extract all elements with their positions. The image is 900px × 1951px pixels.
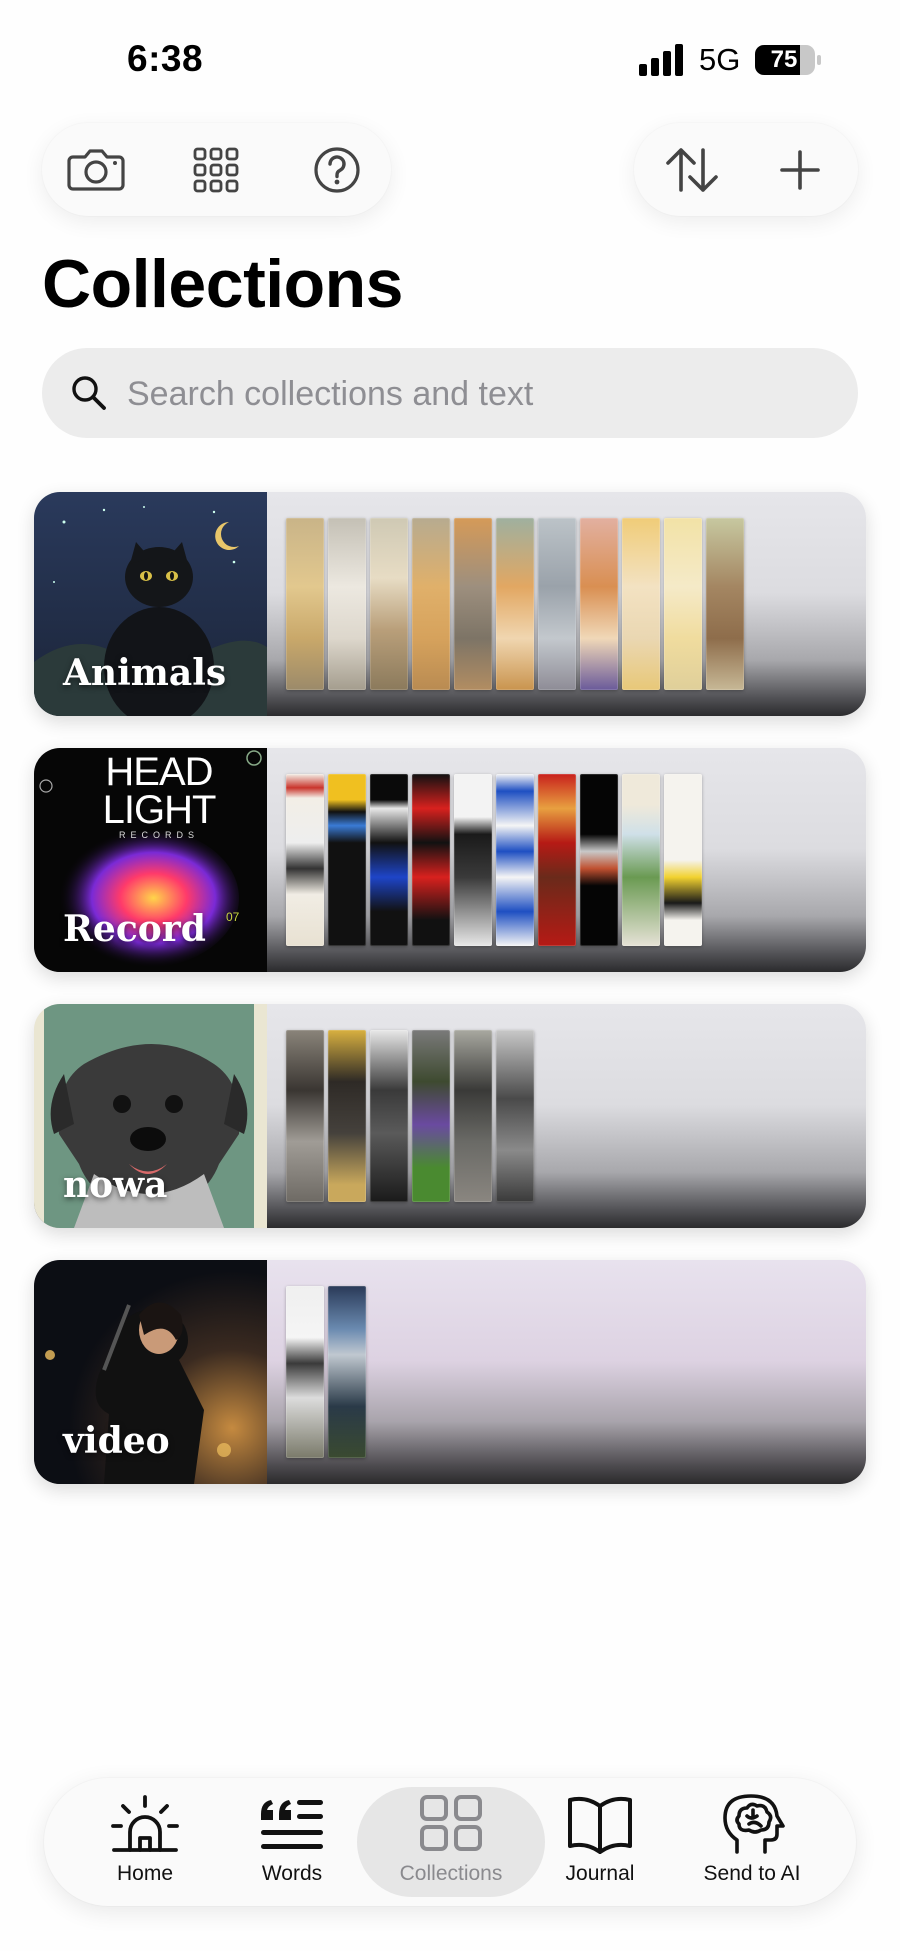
collection-label: video — [63, 1420, 170, 1462]
lighthouse-icon — [111, 1795, 179, 1852]
top-toolbar-left — [42, 123, 391, 216]
tab-home[interactable]: Home — [70, 1778, 220, 1906]
top-toolbar-right — [634, 123, 858, 216]
brain-head-icon — [723, 1794, 785, 1854]
network-label: 5G — [699, 42, 741, 77]
search-input[interactable] — [125, 348, 829, 440]
status-time: 6:38 — [127, 38, 204, 79]
collection-card-animals[interactable]: Animals — [34, 492, 866, 716]
thumbnail — [286, 518, 324, 690]
thumbnail — [286, 1030, 324, 1202]
collection-thumbnails — [286, 774, 706, 946]
cover-text-records: RECORDS — [118, 830, 199, 840]
thumbnail — [370, 774, 408, 946]
thumbnail — [412, 518, 450, 690]
help-button[interactable] — [292, 123, 382, 216]
collection-label: nowa — [63, 1164, 168, 1206]
signal-icon — [639, 44, 683, 76]
thumbnail — [706, 518, 744, 690]
thumbnail — [622, 774, 660, 946]
tab-label: Collections — [399, 1862, 503, 1885]
tab-label: Words — [261, 1862, 323, 1885]
thumbnail — [538, 774, 576, 946]
thumbnail — [328, 1286, 366, 1458]
collection-thumbnails — [286, 1286, 370, 1458]
grid-view-button[interactable] — [171, 123, 261, 216]
thumbnail — [454, 518, 492, 690]
search-icon — [72, 376, 106, 410]
tab-label: Send to AI — [703, 1862, 801, 1885]
grid-dots-icon — [193, 147, 239, 192]
thumbnail — [496, 1030, 534, 1202]
collection-thumbnails — [286, 1030, 538, 1202]
thumbnail — [328, 1030, 366, 1202]
collection-card-video[interactable]: video — [34, 1260, 866, 1484]
sort-arrows-icon — [666, 147, 718, 192]
thumbnail — [412, 1030, 450, 1202]
collection-cover-image: video — [34, 1260, 267, 1484]
thumbnail — [286, 774, 324, 946]
thumbnail — [412, 774, 450, 946]
tab-words[interactable]: Words — [217, 1778, 367, 1906]
collection-cover-image: HEAD LIGHT RECORDS 07 Record — [34, 748, 267, 972]
bottom-tab-bar: Home Words Collections Journal Send to A… — [44, 1778, 856, 1906]
collection-thumbnails — [286, 518, 748, 690]
tab-send-to-ai[interactable]: Send to AI — [677, 1778, 827, 1906]
thumbnail — [454, 1030, 492, 1202]
thumbnail — [328, 518, 366, 690]
collection-card-nowa[interactable]: nowa — [34, 1004, 866, 1228]
plus-icon — [780, 149, 820, 190]
collection-label: Animals — [63, 652, 227, 694]
grid-icon — [420, 1795, 482, 1851]
thumbnail — [664, 774, 702, 946]
thumbnail — [454, 774, 492, 946]
cover-text-number: 07 — [226, 910, 240, 924]
thumbnail — [370, 518, 408, 690]
cover-text-light: LIGHT — [102, 788, 217, 832]
collection-cover-image: Animals — [34, 492, 267, 716]
thumbnail — [496, 518, 534, 690]
camera-button[interactable] — [51, 123, 141, 216]
thumbnail — [286, 1286, 324, 1458]
tab-label: Home — [116, 1862, 174, 1885]
book-icon — [568, 1796, 632, 1854]
sort-button[interactable] — [647, 123, 737, 216]
tab-journal[interactable]: Journal — [525, 1778, 675, 1906]
tab-label: Journal — [565, 1862, 635, 1885]
status-bar: 6:38 5G 75 — [0, 0, 900, 110]
collection-label: Record — [63, 908, 206, 950]
thumbnail — [580, 774, 618, 946]
thumbnail — [664, 518, 702, 690]
thumbnail — [622, 518, 660, 690]
add-collection-button[interactable] — [755, 123, 845, 216]
collection-cover-image: nowa — [34, 1004, 267, 1228]
thumbnail — [580, 518, 618, 690]
page-title: Collections — [42, 246, 404, 322]
search-bar[interactable] — [42, 348, 858, 440]
collection-card-record[interactable]: HEAD LIGHT RECORDS 07 Record — [34, 748, 866, 972]
tab-collections[interactable]: Collections — [376, 1778, 526, 1906]
battery-level: 75 — [770, 46, 798, 73]
thumbnail — [370, 1030, 408, 1202]
question-circle-icon — [314, 146, 360, 193]
camera-icon — [67, 148, 125, 191]
quote-lines-icon — [261, 1800, 323, 1849]
thumbnail — [328, 774, 366, 946]
thumbnail — [496, 774, 534, 946]
thumbnail — [538, 518, 576, 690]
